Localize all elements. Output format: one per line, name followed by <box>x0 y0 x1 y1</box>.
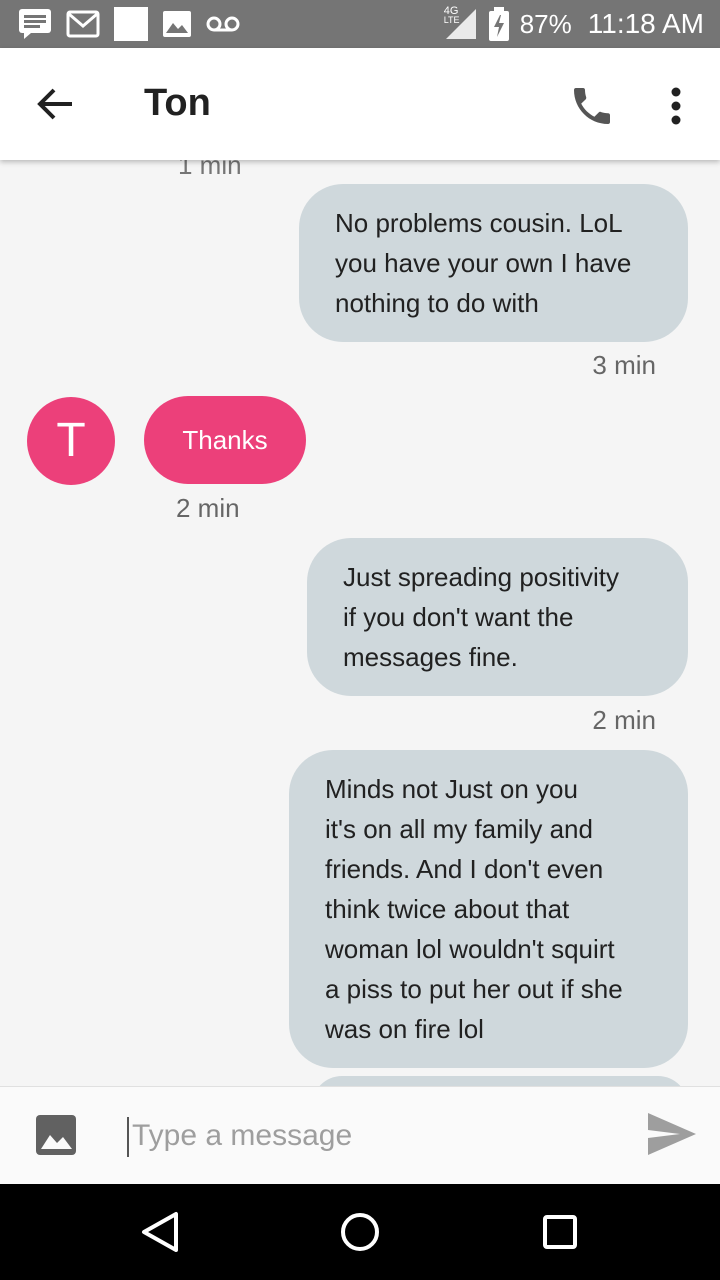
message-line: was on fire lol <box>325 1014 484 1044</box>
navigation-bar <box>0 1184 720 1280</box>
message-timestamp: 3 min <box>592 350 656 380</box>
send-icon[interactable] <box>646 1111 698 1157</box>
contact-avatar[interactable]: T <box>27 397 115 485</box>
signal-icon <box>445 9 476 39</box>
message-line: Minds not Just on you <box>325 774 578 804</box>
message-notification-icon <box>19 9 51 39</box>
message-line: nothing to do with <box>335 288 539 318</box>
more-vertical-icon[interactable] <box>656 82 696 130</box>
message-line: No problems cousin. LoL <box>335 208 623 238</box>
message-timestamp: 1 min <box>178 160 242 180</box>
message-line: if you don't want the <box>343 602 574 632</box>
incoming-message[interactable]: Thanks <box>144 396 306 484</box>
image-icon[interactable] <box>34 1113 78 1157</box>
phone-icon[interactable] <box>568 82 616 130</box>
battery-icon <box>488 7 509 41</box>
message-line: you have your own I have <box>335 248 632 278</box>
blank-notification-icon <box>114 7 148 41</box>
message-timestamp: 2 min <box>176 493 240 523</box>
app-bar: Ton <box>0 48 720 160</box>
nav-home-icon[interactable] <box>340 1212 380 1252</box>
battery-percent: 87% <box>519 8 572 39</box>
outgoing-message[interactable]: No problems cousin. LoL you have your ow… <box>299 184 688 342</box>
voicemail-icon <box>206 16 240 32</box>
outgoing-message[interactable]: Minds not Just on you it's on all my fam… <box>289 750 688 1068</box>
text-cursor <box>127 1117 129 1157</box>
message-line: it's on all my family and <box>325 814 593 844</box>
system-status: 4G LTE 87% 11:18 AM <box>444 0 704 48</box>
back-arrow-icon[interactable] <box>34 82 78 126</box>
nav-back-icon[interactable] <box>140 1210 180 1254</box>
outgoing-message-partial[interactable] <box>312 1076 688 1086</box>
message-line: friends. And I don't even <box>325 854 604 884</box>
conversation-list[interactable]: 1 min No problems cousin. LoL you have y… <box>0 160 720 1086</box>
message-input[interactable]: Type a message <box>132 1109 612 1163</box>
nav-recents-icon[interactable] <box>543 1215 577 1249</box>
message-timestamp: 2 min <box>592 705 656 735</box>
clock: 11:18 AM <box>587 8 704 39</box>
compose-bar: Type a message <box>0 1086 720 1185</box>
message-line: messages fine. <box>343 642 518 672</box>
message-line: woman lol wouldn't squirt <box>325 934 615 964</box>
image-notification-icon <box>163 11 191 37</box>
outgoing-message[interactable]: Just spreading positivity if you don't w… <box>307 538 688 696</box>
message-line: think twice about that <box>325 894 570 924</box>
status-bar: 4G LTE 87% 11:18 AM <box>0 0 720 48</box>
message-line: Just spreading positivity <box>343 562 620 592</box>
notification-icons <box>18 6 240 42</box>
gmail-icon <box>66 10 100 38</box>
network-indicator: 4G LTE <box>444 5 478 41</box>
message-line: a piss to put her out if she <box>325 974 623 1004</box>
conversation-title: Ton <box>144 82 211 124</box>
